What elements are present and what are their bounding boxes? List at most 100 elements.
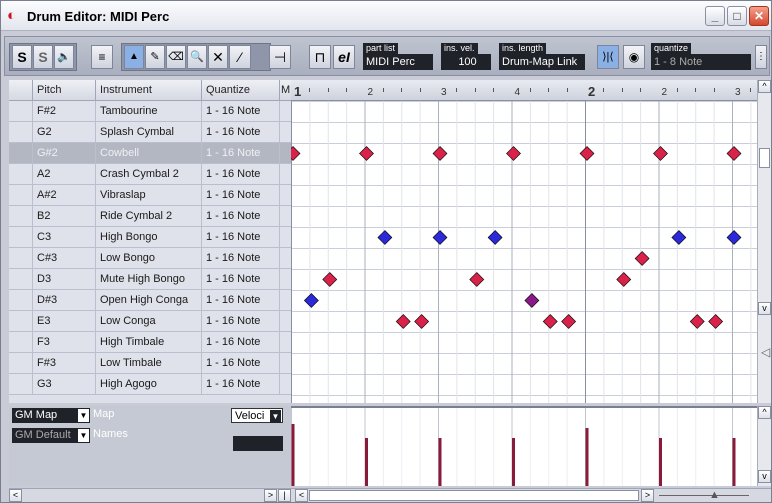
part-list-select[interactable]: MIDI Perc	[363, 54, 433, 70]
draw-tool-icon[interactable]: ✎	[145, 45, 165, 69]
velocity-bar[interactable]	[438, 438, 442, 486]
more-icon[interactable]: ⋮	[755, 45, 767, 69]
velocity-value-box[interactable]	[233, 436, 283, 451]
quantize-header[interactable]: Quantize	[202, 80, 280, 101]
mute-cell[interactable]	[9, 311, 33, 331]
mute-cell[interactable]	[9, 206, 33, 226]
scroll-down-icon[interactable]: v	[758, 302, 771, 315]
drum-row[interactable]: E3 Low Conga 1 - 16 Note	[9, 311, 292, 332]
velocity-bar[interactable]	[585, 428, 589, 486]
ruler[interactable]: 1 2 3 4 2 2 3	[291, 80, 757, 101]
drum-note[interactable]	[432, 230, 448, 245]
drum-note[interactable]	[506, 146, 521, 161]
drum-note[interactable]	[616, 272, 632, 287]
mute-cell[interactable]	[9, 269, 33, 289]
drum-note[interactable]	[689, 314, 705, 329]
zoom-slider-icon[interactable]: ▲	[709, 489, 720, 501]
mute-cell[interactable]	[9, 101, 33, 121]
names-select[interactable]: GM Default ▼	[12, 428, 90, 443]
velocity-lane[interactable]	[291, 406, 757, 486]
drum-note[interactable]	[487, 230, 503, 245]
drum-note[interactable]	[432, 146, 448, 161]
pitch-header[interactable]: Pitch	[33, 80, 96, 101]
minimize-button[interactable]: _	[705, 6, 725, 26]
solo-button[interactable]: S	[12, 45, 32, 69]
drum-note[interactable]	[634, 251, 650, 266]
drum-row[interactable]: G3 High Agogo 1 - 16 Note	[9, 374, 292, 395]
zoom-tool-icon[interactable]: 🔍	[187, 45, 207, 69]
velocity-bar[interactable]	[512, 438, 515, 486]
drum-note[interactable]	[653, 146, 668, 161]
autoscroll-icon[interactable]: ◉	[623, 45, 645, 69]
note-canvas[interactable]	[291, 101, 757, 403]
close-button[interactable]: ✕	[749, 6, 769, 26]
drum-note[interactable]	[671, 230, 687, 245]
scroll-more-icon[interactable]: |	[278, 489, 291, 502]
scroll-down-icon[interactable]: v	[758, 470, 771, 483]
snap-icon[interactable]: ⟩|⟨	[597, 45, 619, 69]
drum-note[interactable]	[303, 293, 319, 308]
drum-row[interactable]: F#3 Low Timbale 1 - 16 Note	[9, 353, 292, 374]
horizontal-scrollbar[interactable]: < > | < > ▲	[9, 488, 771, 502]
scroll-up-icon[interactable]: ^	[758, 80, 771, 93]
line-tool-icon[interactable]: ⁄	[229, 45, 251, 69]
speaker-icon[interactable]: 🔈	[54, 45, 74, 69]
scroll-up-icon[interactable]: ^	[758, 406, 771, 419]
mute-cell[interactable]	[9, 164, 33, 184]
mute-cell[interactable]	[9, 332, 33, 352]
drum-row[interactable]: A#2 Vibraslap 1 - 16 Note	[9, 185, 292, 206]
maximize-button[interactable]: □	[727, 6, 747, 26]
map-select[interactable]: GM Map ▼	[12, 408, 90, 423]
mute-cell[interactable]	[9, 143, 33, 163]
drum-row[interactable]: F#2 Tambourine 1 - 16 Note	[9, 101, 292, 122]
mute-cell[interactable]	[9, 185, 33, 205]
drum-row[interactable]: B2 Ride Cymbal 21 - 16 Note	[9, 206, 292, 227]
scroll-right-icon[interactable]: >	[641, 489, 654, 502]
drum-row[interactable]: F3 High Timbale 1 - 16 Note	[9, 332, 292, 353]
velocity-scrollbar[interactable]: ^ v	[757, 406, 771, 486]
loop-icon[interactable]: ⊓	[309, 45, 331, 69]
drum-note[interactable]	[561, 314, 577, 329]
drum-row[interactable]: G#2 Cowbell 1 - 16 Note	[9, 143, 292, 164]
drum-note[interactable]	[359, 146, 374, 161]
drum-note[interactable]	[291, 146, 301, 161]
scroll-left-icon[interactable]: <	[9, 489, 22, 502]
velocity-bar[interactable]	[732, 438, 736, 486]
drum-note[interactable]	[542, 314, 558, 329]
scroll-thumb[interactable]	[309, 490, 639, 501]
scroll-right-icon[interactable]: >	[264, 489, 277, 502]
drum-row[interactable]: D3 Mute High Bongo 1 - 16 Note	[9, 269, 292, 290]
drum-row[interactable]: C#3 Low Bongo 1 - 16 Note	[9, 248, 292, 269]
drum-row[interactable]: G2 Splash Cymbal 1 - 16 Note	[9, 122, 292, 143]
mute-tool-icon[interactable]: ✕	[208, 45, 228, 69]
quantize-select[interactable]: 1 - 8 Note	[651, 54, 751, 70]
velocity-bar[interactable]	[659, 438, 662, 486]
mute-cell[interactable]	[9, 248, 33, 268]
mute-cell[interactable]	[9, 290, 33, 310]
velocity-bar[interactable]	[291, 424, 295, 486]
drum-note[interactable]	[726, 146, 742, 161]
zoom-slider-icon[interactable]: ◁	[761, 345, 770, 359]
drum-note[interactable]	[469, 272, 485, 287]
instrument-header[interactable]: Instrument	[96, 80, 202, 101]
mute-cell[interactable]	[9, 227, 33, 247]
drum-note[interactable]	[579, 146, 595, 161]
mute-cell[interactable]	[9, 122, 33, 142]
drum-row[interactable]: C3 High Bongo 1 - 16 Note	[9, 227, 292, 248]
drum-note[interactable]	[414, 314, 430, 329]
eraser-tool-icon[interactable]: ⌫	[166, 45, 186, 69]
vertical-scrollbar[interactable]: ^ v ◁	[757, 80, 771, 403]
drum-note[interactable]	[524, 293, 540, 308]
arrow-tool-icon[interactable]: ▲	[124, 45, 144, 69]
mute-cell[interactable]	[9, 374, 33, 394]
drum-note[interactable]	[395, 314, 411, 329]
drum-note[interactable]	[708, 314, 724, 329]
note-grid[interactable]: 1 2 3 4 2 2 3	[291, 80, 757, 403]
velocity-bar[interactable]	[365, 438, 368, 486]
mute-cell[interactable]	[9, 353, 33, 373]
ins-vel-field[interactable]: 100	[441, 54, 491, 70]
drum-row[interactable]: D#3 Open High Conga 1 - 16 Note	[9, 290, 292, 311]
velocity-select[interactable]: Veloci ▼	[231, 408, 283, 423]
scroll-left-icon[interactable]: <	[295, 489, 308, 502]
edit-inplace-button[interactable]: eI	[333, 45, 355, 69]
